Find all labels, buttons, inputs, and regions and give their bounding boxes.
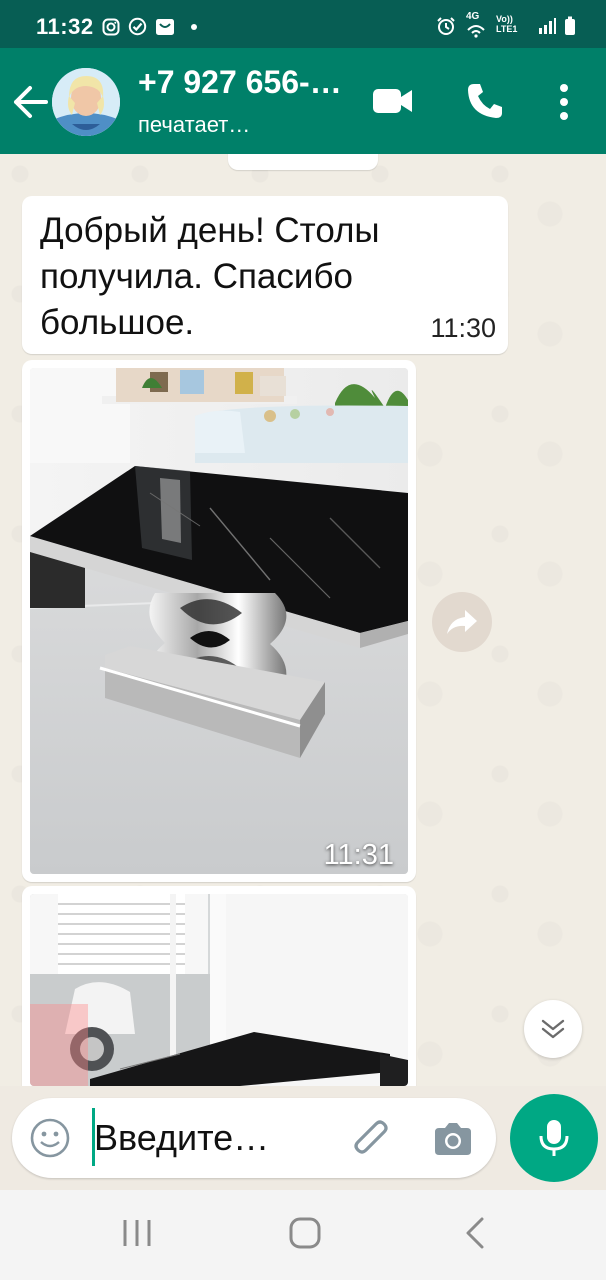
check-circle-icon (128, 17, 147, 36)
attach-button[interactable] (348, 1116, 392, 1160)
status-bar: 11:32 4G Vo)) LTE1 (0, 0, 606, 48)
status-right-icons: 4G Vo)) LTE1 (436, 11, 576, 38)
photo-table-window-icon (30, 894, 408, 1086)
image-preview[interactable] (30, 894, 408, 1086)
chat-area[interactable]: Добрый день! Столы получила. Спасибо бол… (0, 154, 606, 1086)
camera-icon (435, 1123, 471, 1155)
system-nav-bar (0, 1190, 606, 1280)
message-composer (12, 1098, 496, 1178)
avatar-photo-icon (52, 68, 120, 136)
instagram-icon (102, 18, 120, 36)
message-bubble-image[interactable]: 11:31 (22, 360, 416, 882)
home-button[interactable] (288, 1216, 322, 1250)
back-nav-button[interactable] (462, 1216, 488, 1250)
volte-lte-icon: Vo)) LTE1 (496, 14, 518, 34)
network-label: 4G (466, 11, 480, 22)
more-vert-icon (560, 84, 568, 120)
status-left-icons (102, 17, 197, 36)
phone-icon (468, 84, 502, 118)
inbox-icon (155, 18, 175, 36)
contact-status: печатает… (138, 112, 251, 137)
voice-call-button[interactable] (466, 82, 504, 120)
video-call-icon (373, 89, 412, 113)
status-time: 11:32 (36, 14, 94, 39)
attach-icon (354, 1120, 388, 1154)
forward-icon (447, 610, 477, 634)
forward-button[interactable] (432, 592, 492, 652)
image-preview[interactable] (30, 368, 408, 874)
message-bubble-image[interactable] (22, 886, 416, 1086)
message-bubble-text[interactable]: Добрый день! Столы получила. Спасибо бол… (22, 196, 508, 354)
video-call-button[interactable] (372, 86, 414, 116)
battery-icon (564, 16, 576, 36)
message-text: Добрый день! Столы получила. Спасибо бол… (40, 211, 380, 342)
message-time: 11:30 (430, 313, 496, 343)
contact-name[interactable]: +7 927 656-… (138, 64, 342, 101)
more-options-button[interactable] (552, 82, 576, 122)
back-arrow-icon (14, 86, 48, 118)
date-chip (228, 154, 378, 170)
mic-icon (539, 1120, 569, 1156)
chat-header: +7 927 656-… печатает… (0, 48, 606, 154)
camera-button[interactable] (432, 1118, 474, 1160)
image-time: 11:31 (323, 839, 394, 871)
double-chevron-down-icon (541, 1019, 565, 1039)
scroll-down-button[interactable] (524, 1000, 582, 1058)
message-input[interactable] (94, 1110, 324, 1166)
back-icon (466, 1217, 484, 1249)
signal-icon (538, 17, 556, 35)
back-button[interactable] (12, 85, 50, 119)
recent-apps-icon (123, 1220, 151, 1246)
emoji-button[interactable] (30, 1118, 70, 1158)
home-icon (289, 1217, 321, 1249)
notification-dot-icon (191, 23, 197, 30)
emoji-icon (30, 1118, 70, 1158)
mic-button[interactable] (510, 1094, 598, 1182)
photo-table-marble-icon (30, 368, 408, 874)
alarm-icon (436, 16, 456, 36)
recent-apps-button[interactable] (120, 1218, 154, 1248)
contact-avatar[interactable] (52, 68, 120, 136)
wifi-4g-icon: 4G (464, 11, 488, 38)
